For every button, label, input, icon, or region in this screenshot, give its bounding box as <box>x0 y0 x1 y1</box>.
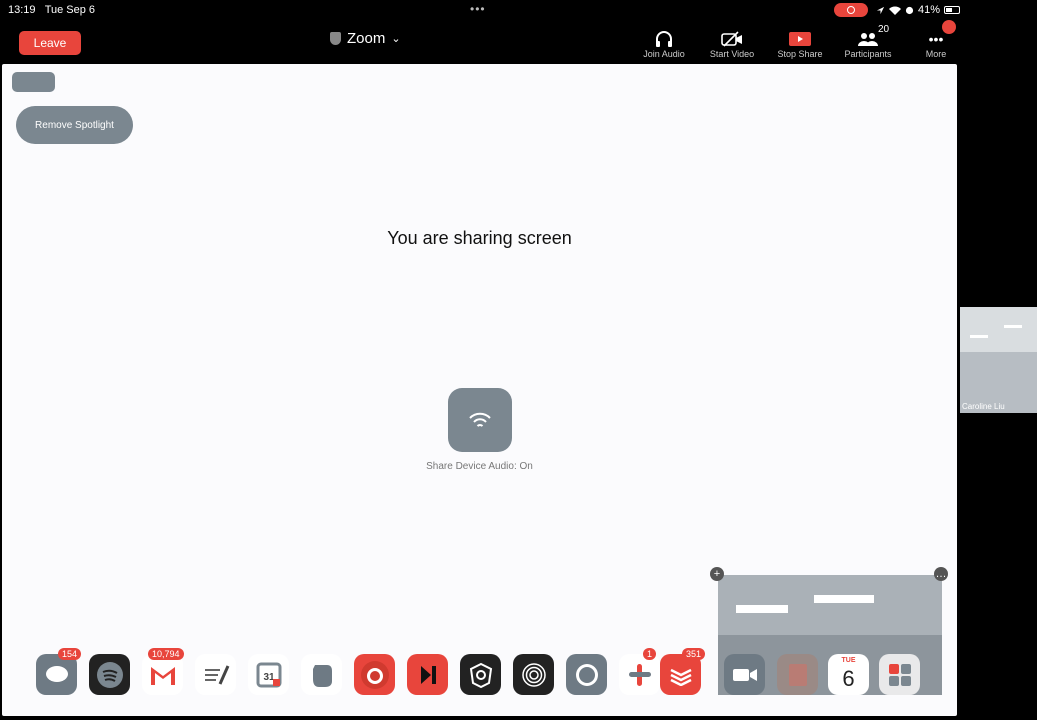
participant-name: Caroline Liu <box>962 402 1005 411</box>
shield-icon <box>330 32 341 45</box>
status-time-date: 13:19 Tue Sep 6 <box>8 4 96 16</box>
participant-video-thumbnail[interactable]: Caroline Liu <box>960 307 1037 413</box>
start-video-button[interactable]: Start Video <box>698 22 766 64</box>
more-button[interactable]: ••• More <box>902 20 970 64</box>
location-icon <box>876 6 885 14</box>
battery-icon <box>944 6 961 14</box>
participants-icon <box>857 31 879 47</box>
remove-spotlight-button[interactable]: Remove Spotlight <box>16 106 133 144</box>
touch-id-app-icon[interactable] <box>513 654 554 695</box>
leave-button[interactable]: Leave <box>19 31 81 55</box>
pdf-app-icon[interactable] <box>777 654 818 695</box>
multitasking-dots-icon[interactable]: ••• <box>470 2 486 16</box>
chevron-down-icon: ⌄ <box>391 33 401 45</box>
sharing-status-text: You are sharing screen <box>387 228 572 248</box>
app-library-icon[interactable] <box>879 654 920 695</box>
join-audio-button[interactable]: Join Audio <box>630 22 698 64</box>
audio-wave-icon <box>469 412 491 427</box>
zoom-app-icon[interactable] <box>724 654 765 695</box>
stop-share-button[interactable]: Stop Share <box>766 22 834 64</box>
more-icon: ••• <box>928 31 944 47</box>
slack-app-icon[interactable]: 1 <box>619 648 660 695</box>
battery-percent: 41% <box>918 4 941 16</box>
video-off-icon <box>721 31 743 47</box>
app-badge: 154 <box>58 648 82 660</box>
notes-app-icon[interactable] <box>195 654 236 695</box>
notification-badge <box>942 20 956 34</box>
status-bar: 13:19 Tue Sep 6 ••• 41% <box>0 0 1037 22</box>
calendar-day: TUE <box>841 657 856 664</box>
participants-count: 20 <box>878 24 890 35</box>
spotify-app-icon[interactable] <box>89 654 130 695</box>
firefox-app-icon[interactable] <box>354 654 395 695</box>
expand-pip-icon[interactable]: + <box>710 567 724 581</box>
wifi-icon <box>889 6 901 15</box>
calendar-app-icon[interactable]: TUE 6 <box>828 654 869 695</box>
moon-icon <box>905 6 914 14</box>
minimize-button[interactable] <box>12 72 55 92</box>
start-video-label: Start Video <box>709 49 755 59</box>
messages-app-icon[interactable]: 154 <box>36 648 82 695</box>
todoist-app-icon[interactable]: 351 <box>660 648 706 695</box>
calendar-date: 6 <box>842 665 855 691</box>
toolbar-actions: Join Audio Start Video Stop Share 20 Par… <box>630 20 970 64</box>
app-badge: 351 <box>682 648 706 660</box>
more-label: More <box>925 49 947 59</box>
participants-button[interactable]: 20 Participants <box>834 22 902 64</box>
dock: 154 10,794 31 1 351 TUE 6 <box>30 648 942 704</box>
app-badge: 1 <box>643 648 657 660</box>
signal-app-icon[interactable] <box>566 654 607 695</box>
app-title: Zoom <box>347 30 386 47</box>
share-audio-label: Share Device Audio: On <box>426 461 533 472</box>
status-right: 41% <box>876 4 961 16</box>
participants-label: Participants <box>844 49 892 59</box>
meeting-toolbar: Leave Zoom ⌄ Join Audio Start Video Stop… <box>0 20 1037 64</box>
share-audio-button[interactable] <box>448 388 512 452</box>
protonvpn-app-icon[interactable] <box>460 654 501 695</box>
screen-recording-indicator-icon[interactable] <box>834 3 868 17</box>
app-badge: 10,794 <box>148 648 184 660</box>
gmail-app-icon[interactable]: 10,794 <box>142 648 184 695</box>
evernote-app-icon[interactable] <box>301 654 342 695</box>
infuse-app-icon[interactable] <box>407 654 448 695</box>
google-calendar-app-icon[interactable]: 31 <box>248 654 289 695</box>
headphones-icon <box>653 31 675 47</box>
join-audio-label: Join Audio <box>643 49 685 59</box>
stop-share-label: Stop Share <box>777 49 823 59</box>
pip-options-icon[interactable]: … <box>934 567 948 581</box>
meeting-title[interactable]: Zoom ⌄ <box>330 30 401 47</box>
share-screen-icon <box>789 31 811 47</box>
